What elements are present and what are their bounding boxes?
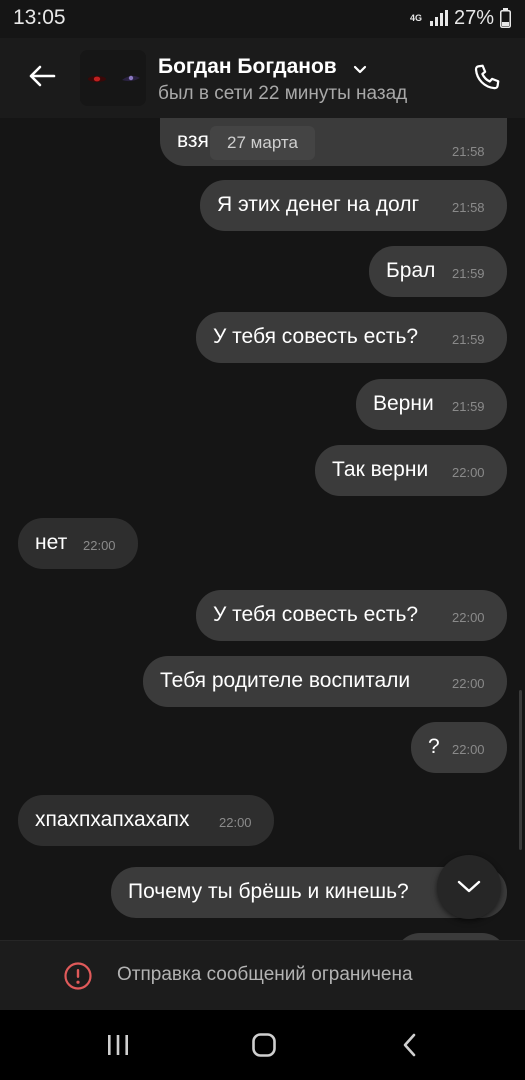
last-seen-status: был в сети 22 минуты назад: [158, 83, 408, 104]
message-text: Так верни: [332, 458, 429, 481]
status-time: 13:05: [13, 6, 66, 29]
battery-percentage: 27%: [453, 6, 494, 29]
status-indicators: 4G 27%: [410, 6, 511, 30]
message-bubble-out[interactable]: Тебя родителе воспитали 22:00: [143, 656, 507, 707]
messaging-restricted-banner: Отправка сообщений ограничена: [0, 940, 525, 1011]
restriction-message: Отправка сообщений ограничена: [117, 964, 413, 985]
message-time: 22:00: [83, 538, 116, 553]
message-text: взя: [177, 129, 209, 152]
message-bubble-out[interactable]: ? 22:00: [411, 722, 507, 773]
exclamation-circle-icon: [64, 962, 92, 990]
recent-apps-icon: [108, 1035, 128, 1055]
message-time: 22:00: [219, 815, 252, 830]
call-button[interactable]: [466, 56, 508, 98]
system-back-button[interactable]: [380, 1027, 440, 1063]
network-type-label: 4G: [409, 12, 422, 23]
message-text: У тебя совесть есть?: [213, 603, 419, 626]
battery-icon: [500, 8, 511, 28]
message-bubble-out[interactable]: У тебя совесть есть? 22:00: [196, 590, 507, 641]
message-bubble-in[interactable]: хпахпхапхахапх 22:00: [18, 795, 274, 846]
message-bubble-out[interactable]: Верни 21:59: [356, 379, 507, 430]
scrollbar[interactable]: [519, 690, 522, 850]
message-bubble-in[interactable]: нет 22:00: [18, 518, 138, 569]
message-text: Тебя родителе воспитали: [160, 669, 411, 692]
chat-header: Богдан Богданов был в сети 22 минуты наз…: [0, 38, 525, 118]
signal-icon: [429, 10, 448, 26]
message-text: Верни: [373, 392, 434, 415]
back-button[interactable]: [22, 56, 62, 96]
phone-icon: [474, 64, 500, 90]
message-time: 21:59: [452, 266, 485, 281]
message-bubble-out[interactable]: Брал 21:59: [369, 246, 507, 297]
message-time: 22:00: [452, 742, 485, 757]
message-text: ?: [428, 735, 440, 758]
message-text: Я этих денег на долг: [217, 193, 420, 216]
message-text: Брал: [386, 259, 436, 282]
avatar-image: [80, 50, 146, 106]
recent-apps-button[interactable]: [88, 1027, 148, 1063]
back-chevron-icon: [403, 1033, 416, 1057]
chevron-down-icon: [457, 880, 481, 893]
message-time: 22:00: [452, 465, 485, 480]
message-text: нет: [35, 531, 68, 554]
message-time: 21:58: [452, 200, 485, 215]
message-time: 21:58: [452, 144, 485, 159]
message-time: 22:00: [452, 676, 485, 691]
contact-avatar[interactable]: [80, 50, 146, 106]
home-icon: [252, 1033, 276, 1057]
message-list[interactable]: взя 21:58 27 марта Я этих денег на долг …: [0, 118, 525, 940]
status-bar: 13:05 4G 27%: [0, 0, 525, 38]
message-time: 21:59: [452, 399, 485, 414]
date-chip: 27 марта: [210, 126, 315, 160]
message-bubble-out[interactable]: Я этих денег на долг 21:58: [200, 180, 507, 231]
chevron-down-icon[interactable]: [351, 60, 369, 78]
contact-name[interactable]: Богдан Богданов: [158, 55, 337, 79]
message-text: У тебя совесть есть?: [213, 325, 419, 348]
message-text: хпахпхапхахапх: [35, 808, 190, 831]
message-text: Почему ты брёшь и кинешь?: [128, 880, 409, 903]
message-time: 22:00: [452, 610, 485, 625]
message-bubble-partial[interactable]: [395, 933, 507, 940]
message-bubble-out[interactable]: У тебя совесть есть? 21:59: [196, 312, 507, 363]
message-time: 21:59: [452, 332, 485, 347]
home-button[interactable]: [234, 1027, 294, 1063]
arrow-left-icon: [29, 65, 56, 87]
message-bubble-out[interactable]: Так верни 22:00: [315, 445, 507, 496]
scroll-to-bottom-button[interactable]: [437, 855, 501, 919]
system-navigation-bar: [0, 1010, 525, 1080]
